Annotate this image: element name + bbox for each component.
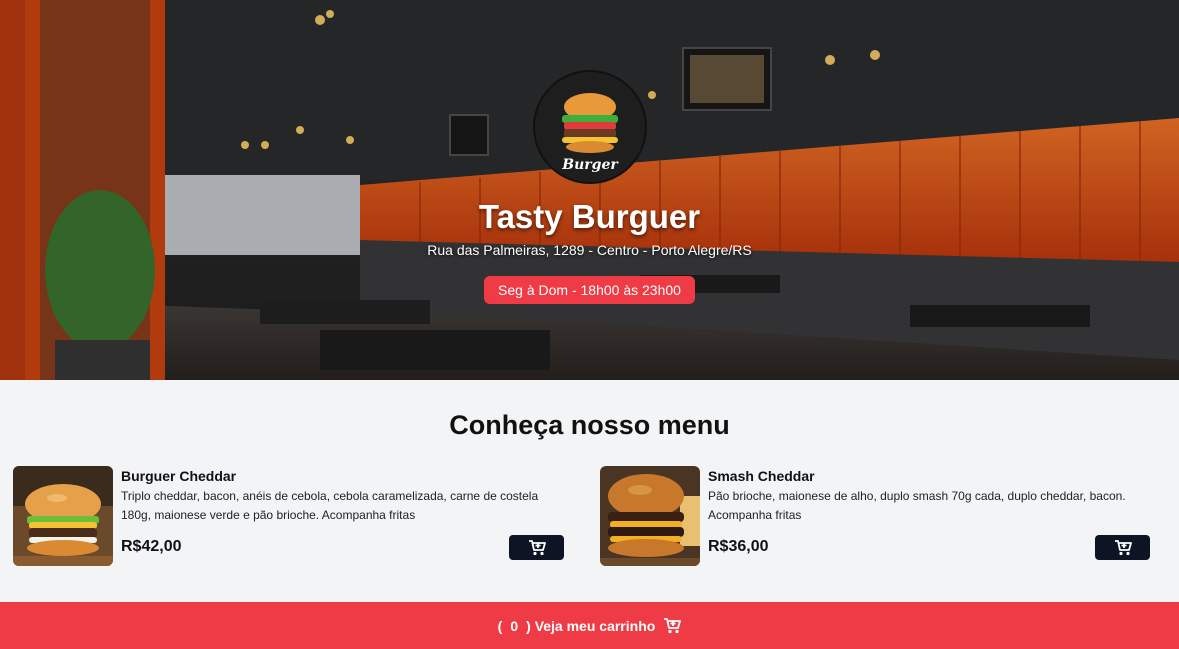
add-to-cart-button[interactable] [1095, 535, 1150, 560]
hero-content: Burger Tasty Burguer Rua das Palmeiras, … [0, 0, 1179, 380]
menu-item-price: R$42,00 [121, 538, 182, 555]
add-to-cart-button[interactable] [509, 535, 564, 560]
menu-item: Smash Cheddar Pão brioche, maionese de a… [600, 466, 1150, 566]
menu-item-description: Pão brioche, maionese de alho, duplo sma… [708, 489, 1126, 522]
restaurant-title: Tasty Burguer [478, 198, 701, 235]
hero-banner: Burger Tasty Burguer Rua das Palmeiras, … [0, 0, 1179, 380]
cart-plus-icon [1114, 539, 1132, 555]
cart-plus-icon [528, 539, 546, 555]
menu-item-info: Smash Cheddar Pão brioche, maionese de a… [708, 466, 1150, 566]
restaurant-address: Rua das Palmeiras, 1289 - Centro - Porto… [427, 242, 752, 258]
menu-item-name: Burguer Cheddar [121, 468, 237, 484]
menu-item: Burguer Cheddar Triplo cheddar, bacon, a… [13, 466, 564, 566]
smash-cheddar-image [600, 466, 700, 566]
menu-item-description: Triplo cheddar, bacon, anéis de cebola, … [121, 489, 539, 522]
cart-open-paren: ( [497, 617, 503, 634]
logo-text: Burger [561, 157, 619, 173]
view-cart-label: ) Veja meu carrinho [526, 617, 656, 634]
view-cart-button[interactable]: ( 0 ) Veja meu carrinho [0, 602, 1179, 649]
menu-item-name: Smash Cheddar [708, 468, 815, 484]
menu-item-info: Burguer Cheddar Triplo cheddar, bacon, a… [121, 466, 564, 566]
menu-item-price: R$36,00 [708, 538, 769, 555]
burger-logo-icon: Burger [561, 93, 619, 173]
cart-count: 0 [510, 617, 519, 634]
opening-hours-badge: Seg à Dom - 18h00 às 23h00 [484, 276, 695, 304]
cart-icon [664, 617, 682, 633]
menu-title: Conheça nosso menu [449, 410, 730, 440]
restaurant-logo: Burger [532, 70, 647, 184]
burger-cheddar-image [13, 466, 113, 566]
